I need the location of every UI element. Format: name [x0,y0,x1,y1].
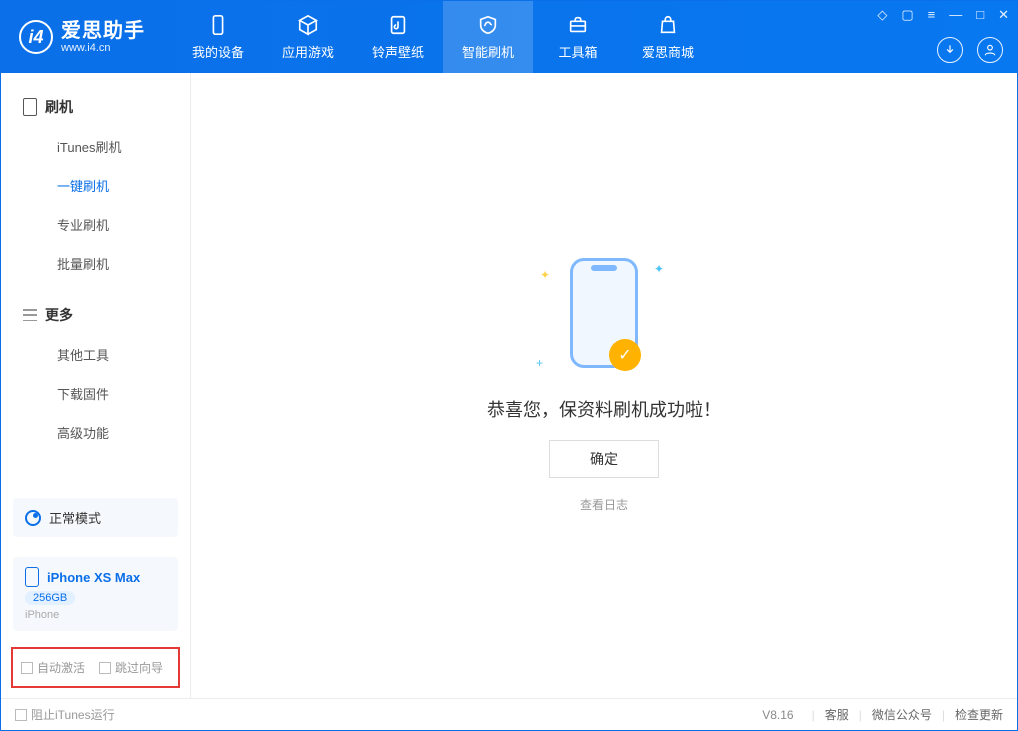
toolbox-icon [567,14,589,36]
checkbox-skip-guide[interactable]: 跳过向导 [99,659,163,676]
download-icon [943,43,957,57]
close-button[interactable]: ✕ [998,7,1009,23]
version-label: V8.16 [762,708,793,722]
checkbox-auto-activate[interactable]: 自动激活 [21,659,85,676]
window-controls: ◇ ▢ ≡ — □ ✕ [877,7,1009,23]
mode-icon [25,510,41,526]
refresh-shield-icon [477,14,499,36]
footer-link-update[interactable]: 检查更新 [955,706,1003,723]
checkbox-icon [21,662,33,674]
nav-label: 铃声壁纸 [372,42,424,61]
main-nav: 我的设备 应用游戏 铃声壁纸 智能刷机 工具箱 爱思商城 [173,1,713,73]
sidebar-item-itunes-flash[interactable]: iTunes刷机 [1,127,190,166]
nav-store[interactable]: 爱思商城 [623,1,713,73]
nav-ringtones[interactable]: 铃声壁纸 [353,1,443,73]
checkbox-icon [99,662,111,674]
main-content: ✦ ✦ + ✓ 恭喜您，保资料刷机成功啦！ 确定 查看日志 [191,73,1017,698]
options-highlight-box: 自动激活 跳过向导 [11,647,180,688]
header: i4 爱思助手 www.i4.cn 我的设备 应用游戏 铃声壁纸 智能刷机 [1,1,1017,73]
separator: | [942,708,945,722]
success-illustration: ✦ ✦ + ✓ [554,258,654,378]
phone-illustration: ✓ [570,258,638,368]
maximize-button[interactable]: □ [976,7,984,23]
checkbox-label: 阻止iTunes运行 [31,706,115,723]
bag-icon [657,14,679,36]
app-logo: i4 爱思助手 www.i4.cn [1,20,163,54]
footer: 阻止iTunes运行 V8.16 | 客服 | 微信公众号 | 检查更新 [1,698,1017,730]
device-info-box[interactable]: iPhone XS Max 256GB iPhone [13,557,178,631]
nav-my-device[interactable]: 我的设备 [173,1,263,73]
separator: | [812,708,815,722]
sidebar-group-more: 更多 [1,299,190,335]
check-badge-icon: ✓ [609,339,641,371]
sparkle-icon: ✦ [654,262,664,276]
app-subtitle: www.i4.cn [61,42,145,54]
sidebar-item-advanced[interactable]: 高级功能 [1,413,190,452]
menu-icon[interactable]: ≡ [928,7,936,23]
nav-label: 应用游戏 [282,42,334,61]
sparkle-icon: + [536,356,543,370]
sparkle-icon: ✦ [540,268,550,282]
sidebar: 刷机 iTunes刷机 一键刷机 专业刷机 批量刷机 更多 其他工具 下载固件 … [1,73,191,698]
music-file-icon [387,14,409,36]
body: 刷机 iTunes刷机 一键刷机 专业刷机 批量刷机 更多 其他工具 下载固件 … [1,73,1017,698]
nav-label: 爱思商城 [642,42,694,61]
sidebar-item-oneclick-flash[interactable]: 一键刷机 [1,166,190,205]
checkbox-label: 自动激活 [37,659,85,676]
list-icon [23,309,37,321]
cube-icon [297,14,319,36]
user-icon [983,43,997,57]
nav-toolbox[interactable]: 工具箱 [533,1,623,73]
nav-label: 我的设备 [192,42,244,61]
sidebar-group-flash: 刷机 [1,91,190,127]
group-title: 刷机 [45,97,73,117]
minimize-button[interactable]: — [949,7,962,23]
separator: | [859,708,862,722]
mode-box[interactable]: 正常模式 [13,498,178,537]
shirt-icon[interactable]: ◇ [877,7,887,23]
device-capacity: 256GB [25,591,75,605]
sidebar-item-batch-flash[interactable]: 批量刷机 [1,244,190,283]
group-title: 更多 [45,305,73,325]
success-message: 恭喜您，保资料刷机成功啦！ [487,396,721,422]
app-title: 爱思助手 [61,20,145,42]
confirm-button[interactable]: 确定 [549,440,659,478]
sidebar-item-other-tools[interactable]: 其他工具 [1,335,190,374]
nav-label: 工具箱 [558,42,597,61]
header-actions [937,37,1003,63]
device-name: iPhone XS Max [47,570,140,585]
footer-link-support[interactable]: 客服 [825,706,849,723]
view-log-link[interactable]: 查看日志 [580,496,628,513]
checkbox-block-itunes[interactable]: 阻止iTunes运行 [15,706,115,723]
nav-apps[interactable]: 应用游戏 [263,1,353,73]
phone-icon [25,567,39,587]
sidebar-item-pro-flash[interactable]: 专业刷机 [1,205,190,244]
checkbox-label: 跳过向导 [115,659,163,676]
nav-flash[interactable]: 智能刷机 [443,1,533,73]
phone-icon [207,14,229,36]
lock-icon[interactable]: ▢ [901,7,913,23]
user-button[interactable] [977,37,1003,63]
mode-label: 正常模式 [49,508,101,527]
checkbox-icon [15,709,27,721]
nav-label: 智能刷机 [462,42,514,61]
sidebar-item-download-firmware[interactable]: 下载固件 [1,374,190,413]
download-button[interactable] [937,37,963,63]
app-window: i4 爱思助手 www.i4.cn 我的设备 应用游戏 铃声壁纸 智能刷机 [0,0,1018,731]
footer-link-wechat[interactable]: 微信公众号 [872,706,932,723]
logo-icon: i4 [19,20,53,54]
device-icon [23,98,37,116]
device-type: iPhone [25,609,59,621]
